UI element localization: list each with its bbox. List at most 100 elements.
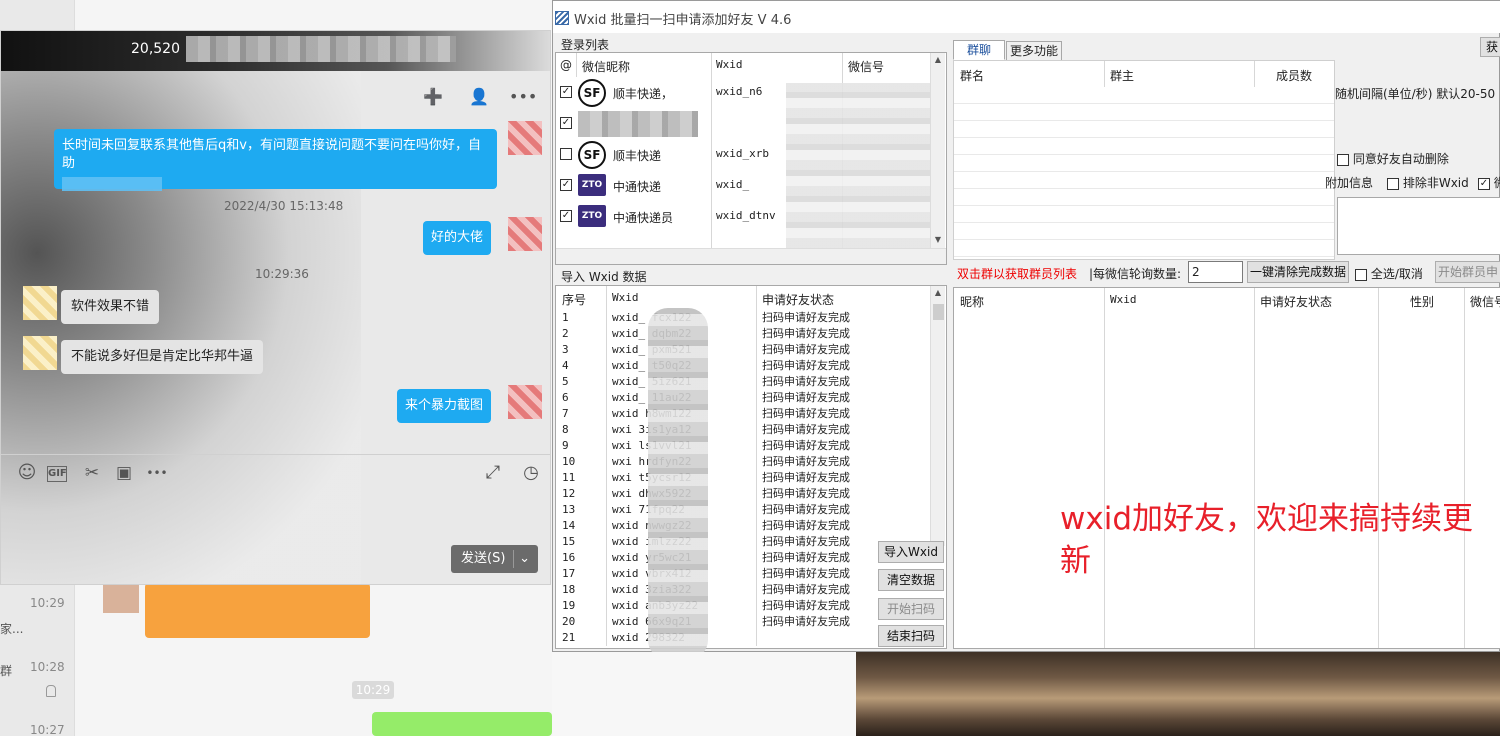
import-row[interactable]: 15wxid imlzz22扫码申请好友完成: [556, 534, 926, 550]
import-scrollbar[interactable]: ▲: [930, 286, 945, 546]
import-row[interactable]: 19wxid anb3yz22扫码申请好友完成: [556, 598, 926, 614]
more-tools-icon[interactable]: •••: [145, 463, 169, 485]
chevron-down-icon[interactable]: ⌄: [519, 545, 530, 573]
import-row[interactable]: 10wxi hrdfyn22扫码申请好友完成: [556, 454, 926, 470]
import-wxid-table[interactable]: 序号 Wxid 申请好友状态 1wxid_ fcx122扫码申请好友完成2wxi…: [555, 285, 947, 660]
contact-avatar[interactable]: [23, 286, 57, 320]
select-all-option[interactable]: 全选/取消: [1355, 265, 1423, 282]
import-row[interactable]: 17wxid vbrx412扫码申请好友完成: [556, 566, 926, 582]
sender-avatar[interactable]: [508, 385, 542, 419]
tab-group-chat[interactable]: 群聊: [953, 40, 1005, 60]
expand-icon[interactable]: ⤢: [481, 463, 505, 485]
import-row[interactable]: 21wxid 298322: [556, 630, 926, 646]
wxid: wxid_dtnv: [716, 209, 776, 222]
exclude-label: 排除非Wxid: [1402, 176, 1469, 190]
column-header[interactable]: @: [560, 58, 572, 72]
column-header[interactable]: 申请好友状态: [1260, 293, 1332, 310]
column-header[interactable]: 昵称: [960, 293, 984, 310]
row-number: 1: [562, 311, 569, 324]
row-number: 7: [562, 407, 569, 420]
import-row[interactable]: 18wxid 3zia322扫码申请好友完成: [556, 582, 926, 598]
column-header[interactable]: 微信号: [848, 58, 884, 75]
import-row[interactable]: 11wxi t5ycsr12扫码申请好友完成: [556, 470, 926, 486]
select-all-checkbox[interactable]: [1355, 268, 1367, 281]
clear-data-button[interactable]: 清空数据: [878, 569, 944, 591]
row-status: 扫码申请好友完成: [762, 487, 850, 500]
emoji-icon[interactable]: ☺: [15, 463, 39, 485]
import-row[interactable]: 3wxid_ pxm521扫码申请好友完成: [556, 342, 926, 358]
column-header[interactable]: Wxid: [716, 58, 743, 71]
column-header[interactable]: Wxid: [1110, 293, 1137, 306]
sender-avatar[interactable]: [508, 121, 542, 155]
group-table[interactable]: 群名 群主 成员数: [953, 60, 1335, 260]
overlay-caption: wxid加好友，欢迎来搞持续更新: [1060, 501, 1473, 579]
nickname: 中通快递: [613, 180, 662, 194]
import-row[interactable]: 9wxi ls1vvl21扫码申请好友完成: [556, 438, 926, 454]
column-header[interactable]: 序号: [562, 291, 586, 308]
login-list-hscrollbar[interactable]: [556, 248, 946, 264]
import-row[interactable]: 5wxid_ 5iz621扫码申请好友完成: [556, 374, 926, 390]
scroll-up-icon[interactable]: ▲: [931, 53, 945, 67]
extra-info-textarea[interactable]: [1337, 197, 1500, 255]
clear-completed-button[interactable]: 一键清除完成数据: [1247, 261, 1349, 283]
more-options-icon[interactable]: •••: [509, 87, 537, 109]
stop-scan-button[interactable]: 结束扫码: [878, 625, 944, 647]
import-row[interactable]: 12wxi dhwx5922扫码申请好友完成: [556, 486, 926, 502]
poll-count-input[interactable]: 2: [1188, 261, 1243, 283]
column-header[interactable]: 微信号: [1470, 293, 1500, 310]
import-row[interactable]: 13wxi 71fpq22扫码申请好友完成: [556, 502, 926, 518]
login-list-table[interactable]: @ 微信昵称 Wxid 微信号 ✓ SF 顺丰快递， wxid_n6 ✓ SF …: [555, 52, 947, 265]
column-header[interactable]: 群主: [1110, 67, 1134, 84]
scroll-up-icon[interactable]: ▲: [931, 286, 945, 300]
gif-icon[interactable]: GIF: [47, 466, 67, 482]
auto-delete-option[interactable]: 同意好友自动删除: [1337, 150, 1449, 167]
import-row[interactable]: 7wxid h8wm122扫码申请好友完成: [556, 406, 926, 422]
contact-avatar[interactable]: [23, 336, 57, 370]
zto-express-avatar: ZTO: [578, 205, 606, 227]
add-member-icon[interactable]: ➕: [421, 87, 445, 109]
import-row[interactable]: 8wxi 3is1ya12扫码申请好友完成: [556, 422, 926, 438]
row-status: 扫码申请好友完成: [762, 343, 850, 356]
row-checkbox[interactable]: ✓: [560, 210, 572, 222]
row-status: 扫码申请好友完成: [762, 311, 850, 324]
history-icon[interactable]: ◷: [519, 463, 543, 485]
start-member-apply-button[interactable]: 开始群员申: [1435, 261, 1500, 283]
import-wxid-button[interactable]: 导入Wxid: [878, 541, 944, 563]
member-table[interactable]: 昵称 Wxid 申请好友状态 性别 微信号: [953, 287, 1500, 649]
column-header[interactable]: 申请好友状态: [762, 291, 834, 308]
column-header[interactable]: 成员数: [1276, 67, 1312, 84]
sender-avatar[interactable]: [508, 217, 542, 251]
auto-delete-checkbox[interactable]: [1337, 153, 1349, 166]
import-row[interactable]: 20wxid 66x9q21扫码申请好友完成: [556, 614, 926, 630]
sf-express-avatar: SF: [578, 79, 606, 107]
send-button[interactable]: 发送(S) ⌄: [451, 545, 538, 573]
column-header[interactable]: 性别: [1410, 293, 1434, 310]
row-checkbox[interactable]: ✓: [560, 179, 572, 191]
import-row[interactable]: 14wxid nwwgz22扫码申请好友完成: [556, 518, 926, 534]
scroll-down-icon[interactable]: ▼: [931, 233, 945, 247]
import-row[interactable]: 2wxid_ dqbm22扫码申请好友完成: [556, 326, 926, 342]
login-list-scrollbar[interactable]: ▲ ▼: [930, 53, 945, 248]
column-header[interactable]: 群名: [960, 67, 984, 84]
start-scan-button[interactable]: 开始扫码: [878, 598, 944, 620]
import-row[interactable]: 16wxid yr5wc21扫码申请好友完成: [556, 550, 926, 566]
column-header[interactable]: 微信昵称: [582, 58, 630, 75]
profile-icon[interactable]: 👤: [467, 87, 491, 109]
import-row[interactable]: 4wxid_ t50q22扫码申请好友完成: [556, 358, 926, 374]
image-icon[interactable]: ▣: [112, 463, 136, 485]
column-header[interactable]: Wxid: [612, 291, 639, 304]
row-number: 2: [562, 327, 569, 340]
exclude-option[interactable]: 排除非Wxid: [1387, 174, 1469, 191]
row-checkbox[interactable]: [560, 148, 572, 160]
tab-more-functions[interactable]: 更多功能: [1006, 41, 1062, 61]
exclude-checkbox[interactable]: [1387, 177, 1399, 190]
import-row[interactable]: 6wxid_ 11au22扫码申请好友完成: [556, 390, 926, 406]
scissors-icon[interactable]: ✂: [80, 463, 104, 485]
wx-checkbox[interactable]: ✓: [1478, 177, 1490, 190]
fetch-button[interactable]: 获: [1480, 37, 1500, 57]
wx-option[interactable]: ✓ 微: [1478, 174, 1500, 191]
row-checkbox[interactable]: ✓: [560, 117, 572, 129]
row-checkbox[interactable]: ✓: [560, 86, 572, 98]
scroll-thumb[interactable]: [933, 304, 944, 320]
import-row[interactable]: 1wxid_ fcx122扫码申请好友完成: [556, 310, 926, 326]
